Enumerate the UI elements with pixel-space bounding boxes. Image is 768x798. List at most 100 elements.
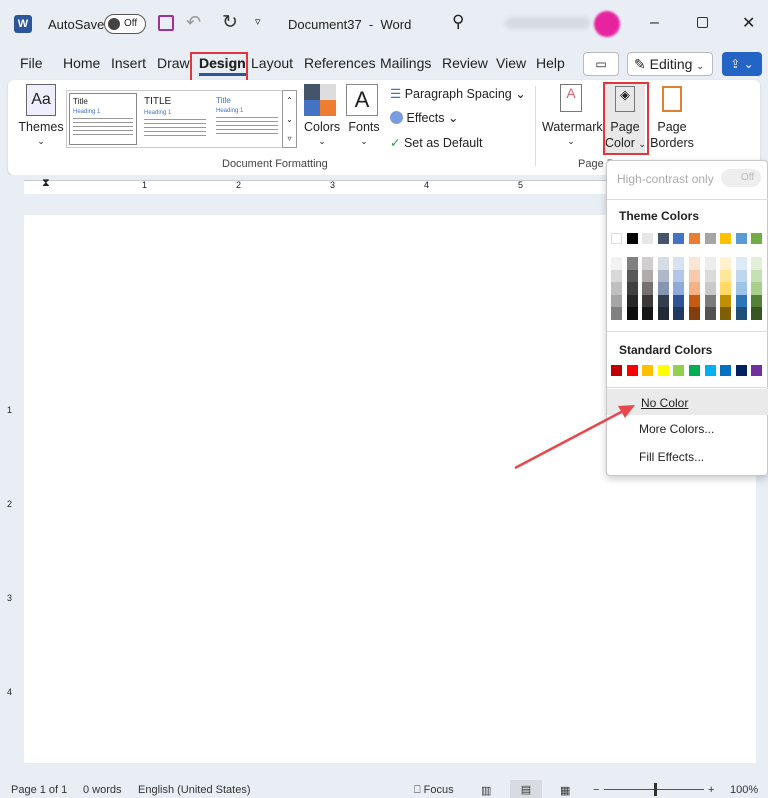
standard-color-swatch[interactable] bbox=[720, 365, 732, 376]
theme-shade-swatch[interactable] bbox=[720, 257, 732, 270]
tab-references[interactable]: References bbox=[304, 55, 376, 71]
theme-shade-swatch[interactable] bbox=[611, 269, 622, 282]
theme-shade-swatch[interactable] bbox=[642, 282, 654, 295]
theme-shade-swatch[interactable] bbox=[720, 269, 732, 282]
theme-color-swatch[interactable] bbox=[751, 233, 763, 244]
theme-shade-swatch[interactable] bbox=[657, 307, 669, 320]
theme-shade-swatch[interactable] bbox=[673, 257, 685, 270]
page-borders-button[interactable]: Page Borders bbox=[648, 84, 696, 154]
tab-draw[interactable]: Draw bbox=[157, 55, 190, 71]
theme-shade-swatch[interactable] bbox=[626, 282, 638, 295]
theme-shade-swatch[interactable] bbox=[673, 282, 685, 295]
autosave-toggle[interactable]: Off bbox=[104, 14, 146, 34]
theme-shade-swatch[interactable] bbox=[751, 282, 763, 295]
theme-shade-swatch[interactable] bbox=[642, 294, 654, 307]
theme-shade-swatch[interactable] bbox=[657, 257, 669, 270]
theme-shade-swatch[interactable] bbox=[642, 257, 654, 270]
theme-shade-swatch[interactable] bbox=[720, 282, 732, 295]
theme-shade-swatch[interactable] bbox=[611, 294, 622, 307]
theme-shade-swatch[interactable] bbox=[626, 294, 638, 307]
zoom-in-icon[interactable]: + bbox=[708, 784, 714, 796]
theme-shade-swatch[interactable] bbox=[720, 307, 732, 320]
high-contrast-toggle[interactable]: Off bbox=[721, 169, 761, 187]
minimize-icon[interactable]: – bbox=[650, 14, 659, 32]
theme-color-swatch[interactable] bbox=[673, 233, 685, 244]
close-icon[interactable]: ✕ bbox=[742, 13, 755, 33]
tab-layout[interactable]: Layout bbox=[251, 55, 293, 71]
theme-shade-swatch[interactable] bbox=[611, 257, 622, 270]
colors-button[interactable]: Colors ⌄ bbox=[304, 84, 340, 154]
theme-color-swatch[interactable] bbox=[704, 233, 716, 244]
standard-color-swatch[interactable] bbox=[642, 365, 654, 376]
maximize-icon[interactable] bbox=[697, 17, 708, 28]
gallery-scroll[interactable]: ⌃ ⌄ ▿ bbox=[282, 90, 297, 148]
effects-button[interactable]: Effects ⌄ bbox=[390, 110, 458, 125]
theme-shade-swatch[interactable] bbox=[735, 257, 747, 270]
theme-shade-swatch[interactable] bbox=[751, 257, 763, 270]
editing-button[interactable]: ✎ Editing ⌄ bbox=[627, 52, 713, 76]
theme-shade-swatch[interactable] bbox=[704, 257, 716, 270]
user-name-blurred[interactable] bbox=[505, 17, 590, 29]
indent-marker[interactable]: ⧗ bbox=[42, 177, 50, 190]
theme-shade-swatch[interactable] bbox=[704, 269, 716, 282]
tab-mailings[interactable]: Mailings bbox=[380, 55, 431, 71]
vertical-ruler[interactable]: 1 2 3 4 bbox=[0, 200, 22, 770]
comments-button[interactable]: ▭ bbox=[583, 52, 619, 76]
zoom-out-icon[interactable]: − bbox=[593, 784, 599, 796]
redo-icon[interactable]: ↻ bbox=[222, 11, 238, 34]
theme-color-swatch[interactable] bbox=[720, 233, 732, 244]
standard-color-swatch[interactable] bbox=[673, 365, 685, 376]
zoom-slider[interactable] bbox=[604, 783, 704, 796]
tab-view[interactable]: View bbox=[496, 55, 526, 71]
theme-color-swatch[interactable] bbox=[611, 233, 622, 244]
word-count[interactable]: 0 words bbox=[83, 784, 122, 796]
customize-qat-icon[interactable]: ▿ bbox=[255, 15, 261, 28]
theme-shade-swatch[interactable] bbox=[704, 282, 716, 295]
standard-color-swatch[interactable] bbox=[611, 365, 622, 376]
theme-shade-swatch[interactable] bbox=[673, 294, 685, 307]
theme-color-swatch[interactable] bbox=[735, 233, 747, 244]
theme-shade-swatch[interactable] bbox=[689, 282, 700, 295]
web-layout-icon[interactable]: ▦ bbox=[560, 784, 570, 797]
undo-icon[interactable]: ↶ bbox=[186, 12, 201, 33]
theme-shade-swatch[interactable] bbox=[611, 307, 622, 320]
theme-shade-swatch[interactable] bbox=[689, 307, 700, 320]
no-color-item[interactable]: No Color bbox=[607, 389, 768, 415]
theme-shade-swatch[interactable] bbox=[657, 282, 669, 295]
save-icon[interactable] bbox=[158, 15, 174, 31]
style-set-3[interactable]: Title Heading 1 bbox=[213, 93, 281, 145]
paragraph-spacing-button[interactable]: ☰ Paragraph Spacing ⌄ bbox=[390, 86, 526, 101]
tab-help[interactable]: Help bbox=[536, 55, 565, 71]
tab-file[interactable]: File bbox=[20, 55, 43, 71]
theme-shade-swatch[interactable] bbox=[704, 307, 716, 320]
standard-color-swatch[interactable] bbox=[657, 365, 669, 376]
themes-button[interactable]: Aa Themes ⌄ bbox=[16, 84, 66, 154]
watermark-button[interactable]: A Watermark ⌄ bbox=[542, 84, 603, 154]
theme-color-swatch[interactable] bbox=[626, 233, 638, 244]
zoom-level[interactable]: 100% bbox=[730, 784, 758, 796]
theme-shade-swatch[interactable] bbox=[735, 282, 747, 295]
theme-shade-swatch[interactable] bbox=[751, 307, 763, 320]
theme-shade-swatch[interactable] bbox=[626, 257, 638, 270]
theme-shade-swatch[interactable] bbox=[689, 257, 700, 270]
theme-shade-swatch[interactable] bbox=[735, 307, 747, 320]
theme-shade-swatch[interactable] bbox=[657, 294, 669, 307]
style-set-1[interactable]: Title Heading 1 bbox=[69, 93, 137, 145]
theme-shade-swatch[interactable] bbox=[657, 269, 669, 282]
tab-home[interactable]: Home bbox=[63, 55, 100, 71]
standard-color-swatch[interactable] bbox=[751, 365, 763, 376]
theme-shade-swatch[interactable] bbox=[751, 269, 763, 282]
theme-shade-swatch[interactable] bbox=[689, 269, 700, 282]
read-mode-icon[interactable]: ▥ bbox=[481, 784, 491, 797]
theme-shade-swatch[interactable] bbox=[720, 294, 732, 307]
theme-shade-swatch[interactable] bbox=[626, 269, 638, 282]
theme-color-swatch[interactable] bbox=[657, 233, 669, 244]
theme-color-swatch[interactable] bbox=[642, 233, 654, 244]
standard-color-swatch[interactable] bbox=[704, 365, 716, 376]
share-button[interactable]: ⇪ ⌄ bbox=[722, 52, 762, 76]
focus-button[interactable]: ⎕ Focus bbox=[414, 784, 454, 797]
avatar[interactable] bbox=[594, 11, 620, 37]
print-layout-icon[interactable]: ▤ bbox=[510, 780, 542, 798]
tab-review[interactable]: Review bbox=[442, 55, 488, 71]
theme-shade-swatch[interactable] bbox=[642, 307, 654, 320]
